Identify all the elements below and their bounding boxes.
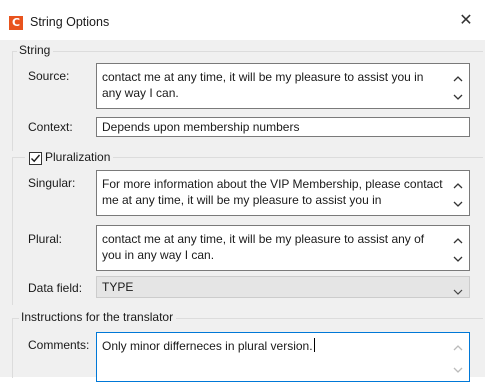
data-field-value: TYPE — [102, 280, 134, 294]
close-icon: ✕ — [459, 12, 473, 29]
data-field-select[interactable]: TYPE — [96, 276, 470, 298]
pluralization-checkbox[interactable] — [29, 152, 42, 165]
source-textarea[interactable]: contact me at any time, it will be my pl… — [96, 63, 470, 109]
scroll-down-arrow-icon[interactable] — [451, 90, 465, 104]
plural-text: contact me at any time, it will be my pl… — [102, 232, 425, 262]
chevron-down-icon — [453, 283, 463, 303]
comments-text: Only minor differneces in plural version… — [102, 339, 313, 353]
comments-textarea[interactable]: Only minor differneces in plural version… — [96, 332, 470, 382]
singular-textarea[interactable]: For more information about the VIP Membe… — [96, 170, 470, 216]
scroll-up-arrow-icon[interactable] — [451, 234, 465, 248]
instructions-legend: Instructions for the translator — [19, 310, 177, 324]
scroll-up-arrow-icon[interactable] — [451, 341, 465, 355]
scroll-down-arrow-icon[interactable] — [451, 363, 465, 377]
plural-textarea[interactable]: contact me at any time, it will be my pl… — [96, 225, 470, 271]
comments-text-wrap: Only minor differneces in plural version… — [102, 338, 445, 354]
singular-text: For more information about the VIP Membe… — [102, 177, 443, 207]
scroll-down-arrow-icon[interactable] — [451, 252, 465, 266]
source-label: Source: — [28, 69, 70, 83]
window-title: String Options — [30, 15, 110, 29]
context-input[interactable]: Depends upon membership numbers — [96, 117, 470, 137]
text-caret — [313, 338, 315, 352]
string-group-legend: String — [17, 43, 54, 57]
app-logo-icon: C — [9, 16, 23, 30]
scroll-down-arrow-icon[interactable] — [451, 197, 465, 211]
checkmark-icon — [31, 154, 41, 163]
scroll-up-arrow-icon[interactable] — [451, 179, 465, 193]
plural-label: Plural: — [28, 232, 63, 246]
source-text: contact me at any time, it will be my pl… — [102, 70, 424, 100]
pluralization-label: Pluralization — [45, 150, 111, 164]
comments-label: Comments: — [28, 338, 90, 352]
close-button[interactable]: ✕ — [455, 10, 477, 32]
data-field-label: Data field: — [28, 281, 83, 295]
singular-label: Singular: — [28, 176, 76, 190]
title-bar: C String Options ✕ — [0, 0, 485, 40]
context-label: Context: — [28, 120, 73, 134]
dialog-body: String Source: contact me at any time, i… — [0, 40, 485, 382]
pluralization-legend[interactable]: Pluralization — [25, 150, 114, 165]
scroll-up-arrow-icon[interactable] — [451, 72, 465, 86]
